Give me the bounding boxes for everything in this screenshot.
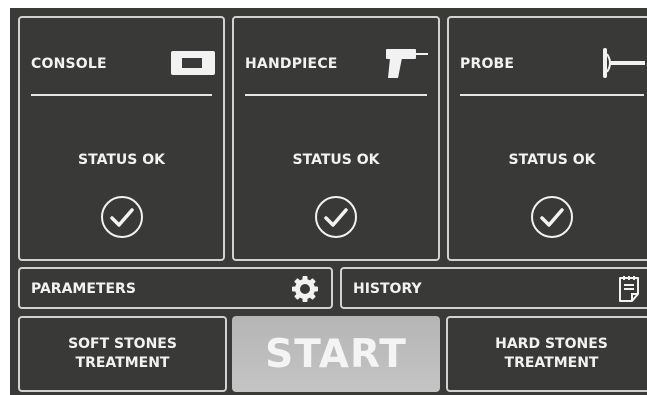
- handpiece-title: HANDPIECE: [245, 56, 338, 72]
- hard-stones-treatment-button[interactable]: HARD STONES TREATMENT: [446, 316, 647, 392]
- handpiece-status-card[interactable]: HANDPIECE STATUS OK: [232, 16, 440, 261]
- probe-status-card[interactable]: PROBE STATUS OK: [447, 16, 647, 261]
- handpiece-status-text: STATUS OK: [292, 152, 380, 168]
- gear-icon: [292, 276, 318, 302]
- console-title: CONSOLE: [31, 56, 107, 72]
- start-button[interactable]: START: [232, 316, 440, 392]
- console-status-text: STATUS OK: [78, 152, 165, 168]
- hard-stones-line2: TREATMENT: [504, 355, 599, 371]
- probe-divider: [460, 94, 644, 96]
- history-button[interactable]: HISTORY: [340, 267, 647, 309]
- parameters-button[interactable]: PARAMETERS: [18, 267, 333, 309]
- soft-stones-line2: TREATMENT: [75, 355, 170, 371]
- probe-status-text: STATUS OK: [508, 152, 596, 168]
- hard-stones-line1: HARD STONES: [495, 336, 608, 352]
- device-screen: CONSOLE STATUS OK HANDPIECE STATUS OK PR…: [10, 8, 647, 395]
- soft-stones-treatment-button[interactable]: SOFT STONES TREATMENT: [18, 316, 227, 392]
- probe-icon: [603, 48, 645, 78]
- console-divider: [31, 94, 212, 96]
- hard-stones-label: HARD STONES TREATMENT: [495, 335, 608, 373]
- console-icon: [171, 51, 215, 75]
- probe-title: PROBE: [460, 56, 515, 72]
- parameters-label: PARAMETERS: [31, 281, 136, 297]
- notepad-icon: [619, 276, 639, 302]
- soft-stones-line1: SOFT STONES: [68, 336, 177, 352]
- handpiece-icon: [386, 49, 428, 78]
- check-circle-icon: [315, 196, 357, 238]
- handpiece-divider: [245, 94, 427, 96]
- check-circle-icon: [531, 196, 573, 238]
- check-circle-icon: [100, 196, 143, 238]
- history-label: HISTORY: [353, 281, 422, 297]
- console-status-card[interactable]: CONSOLE STATUS OK: [18, 16, 225, 261]
- soft-stones-label: SOFT STONES TREATMENT: [68, 335, 177, 373]
